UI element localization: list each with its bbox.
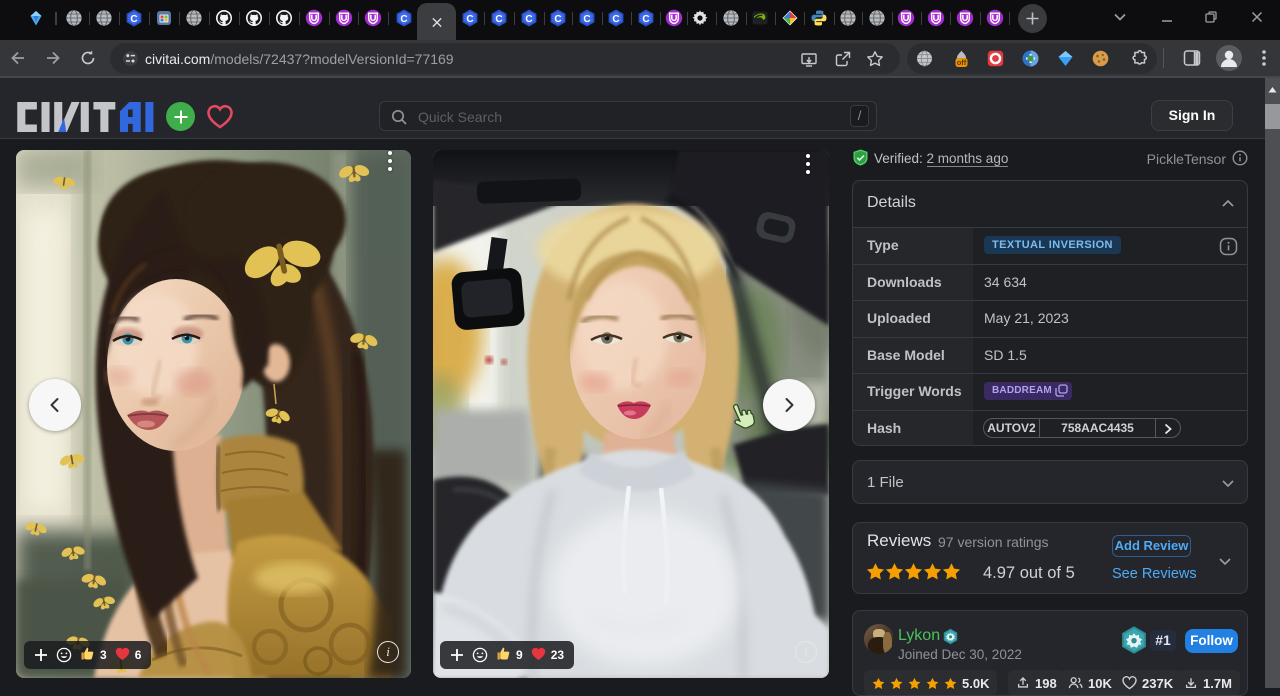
svg-text:C: C (642, 14, 649, 25)
svg-text:C: C (495, 14, 502, 25)
svg-text:C: C (466, 14, 473, 25)
svg-text:off: off (957, 58, 967, 67)
svg-text:C: C (400, 14, 407, 25)
svg-text:C: C (612, 14, 619, 25)
svg-text:C: C (554, 14, 561, 25)
svg-text:C: C (130, 14, 137, 25)
svg-text:C: C (583, 14, 590, 25)
svg-text:C: C (525, 14, 532, 25)
